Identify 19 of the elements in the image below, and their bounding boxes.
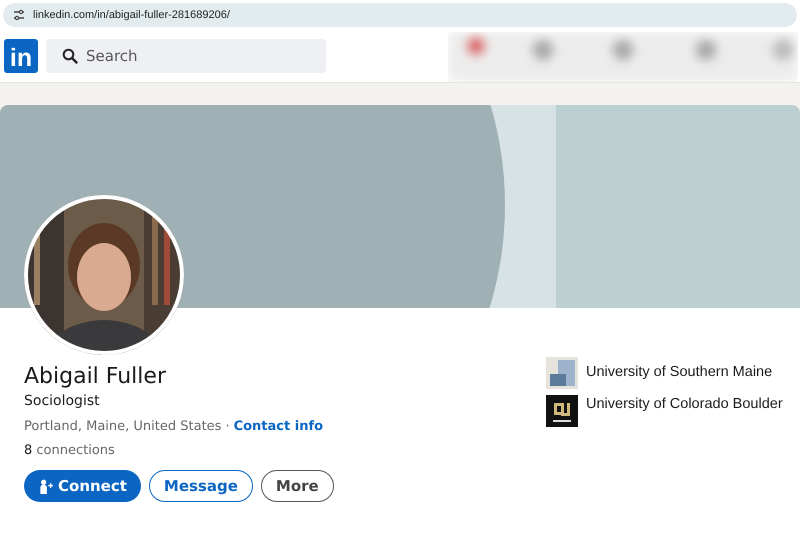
separator: · xyxy=(225,419,230,434)
more-button[interactable]: More xyxy=(260,470,334,502)
headline: Sociologist xyxy=(24,393,101,409)
school-name[interactable]: University of Southern Maine xyxy=(586,357,772,381)
school-name[interactable]: University of Colorado Boulder xyxy=(586,395,783,413)
school-logo-icon xyxy=(546,357,578,389)
add-person-icon xyxy=(38,478,53,494)
message-button[interactable]: Message xyxy=(148,470,253,502)
connect-button[interactable]: Connect xyxy=(24,470,141,502)
school-logo-icon xyxy=(546,395,578,427)
profile-name: Abigail Fuller xyxy=(24,364,167,389)
logo[interactable]: in xyxy=(4,39,38,73)
url-text: linkedin.com/in/abigail-fuller-281689206/ xyxy=(33,9,230,21)
search-field[interactable]: Search xyxy=(46,39,326,73)
site-settings-icon[interactable] xyxy=(13,9,25,21)
address-bar[interactable]: linkedin.com/in/abigail-fuller-281689206/ xyxy=(3,3,797,27)
contact-info-link[interactable]: Contact info xyxy=(234,419,324,434)
location: Portland, Maine, United States xyxy=(24,419,222,434)
connections-count: 8 connections xyxy=(24,443,116,458)
